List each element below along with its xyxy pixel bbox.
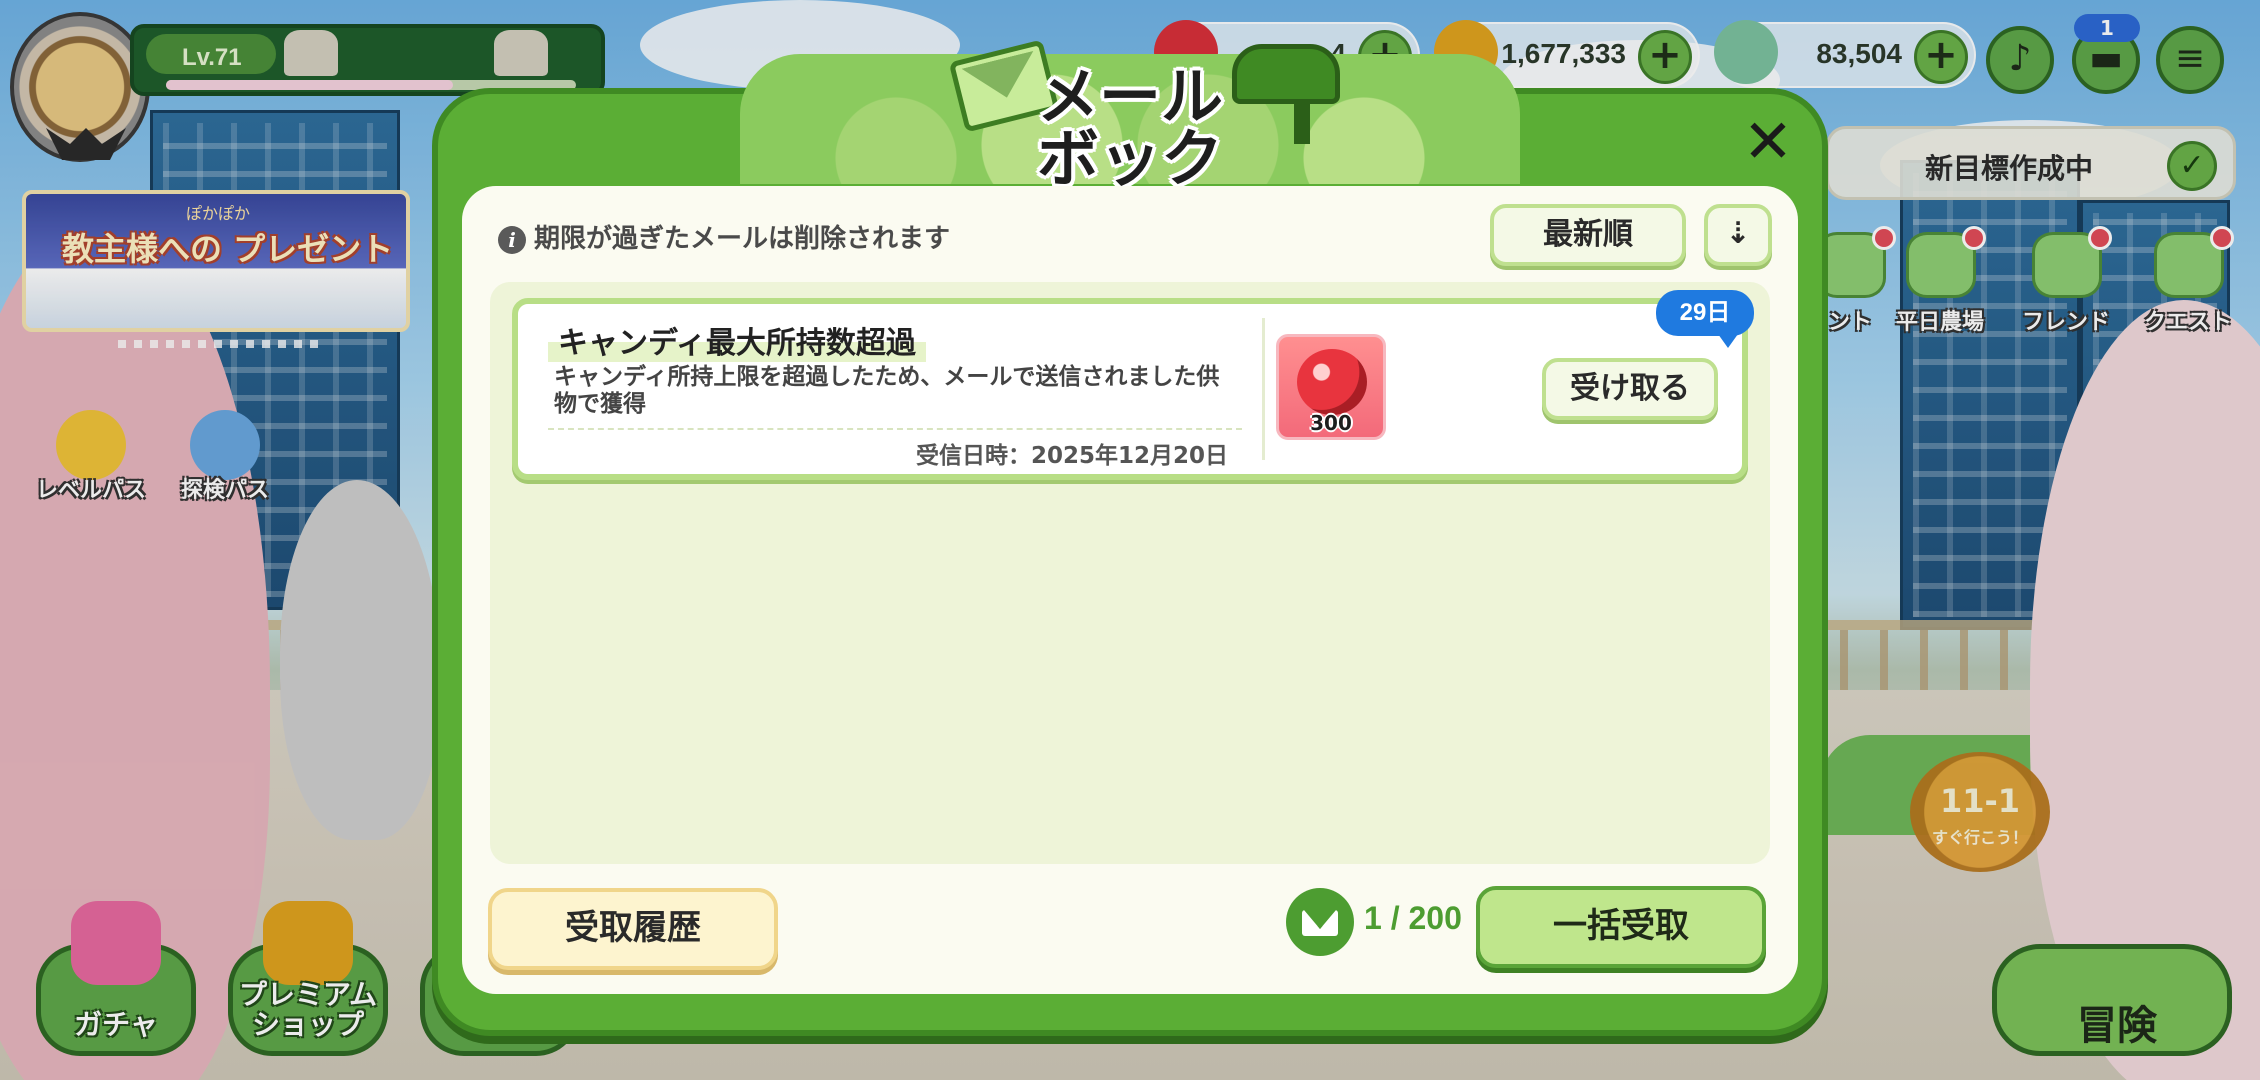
claim-history-button[interactable]: 受取履歴 (488, 888, 778, 970)
sort-direction-icon[interactable]: ⇣ (1704, 204, 1772, 266)
mail-body: キャンディ所持上限を超過したため、メールで送信されました供物で獲得 (554, 364, 1220, 417)
reward-item: 300 (1276, 334, 1386, 440)
claim-all-button[interactable]: 一括受取 (1476, 886, 1766, 968)
sort-order-button[interactable]: 最新順 (1490, 204, 1686, 266)
close-icon[interactable]: ✕ (1736, 112, 1800, 176)
divider (1262, 318, 1265, 460)
mail-item[interactable]: キャンディ最大所持数超過 キャンディ所持上限を超過したため、メールで送信されまし… (512, 298, 1748, 480)
divider (548, 428, 1242, 430)
mailbox-pole (1294, 100, 1310, 144)
expiry-notice-text: 期限が過ぎたメールは削除されます (534, 224, 951, 254)
reward-quantity: 300 (1310, 411, 1352, 435)
mail-title: キャンディ最大所持数超過 (548, 318, 926, 362)
mail-count: 1 / 200 (1364, 900, 1462, 936)
claim-button[interactable]: 受け取る (1542, 358, 1718, 420)
mail-envelope-icon (1286, 888, 1354, 956)
expiry-notice: i 期限が過ぎたメールは削除されます (498, 218, 950, 254)
candy-icon (1297, 349, 1367, 415)
info-icon: i (498, 225, 526, 254)
expiry-days-badge: 29日 (1656, 290, 1754, 348)
mail-received-date: 受信日時：2025年12月20日 (915, 443, 1228, 469)
